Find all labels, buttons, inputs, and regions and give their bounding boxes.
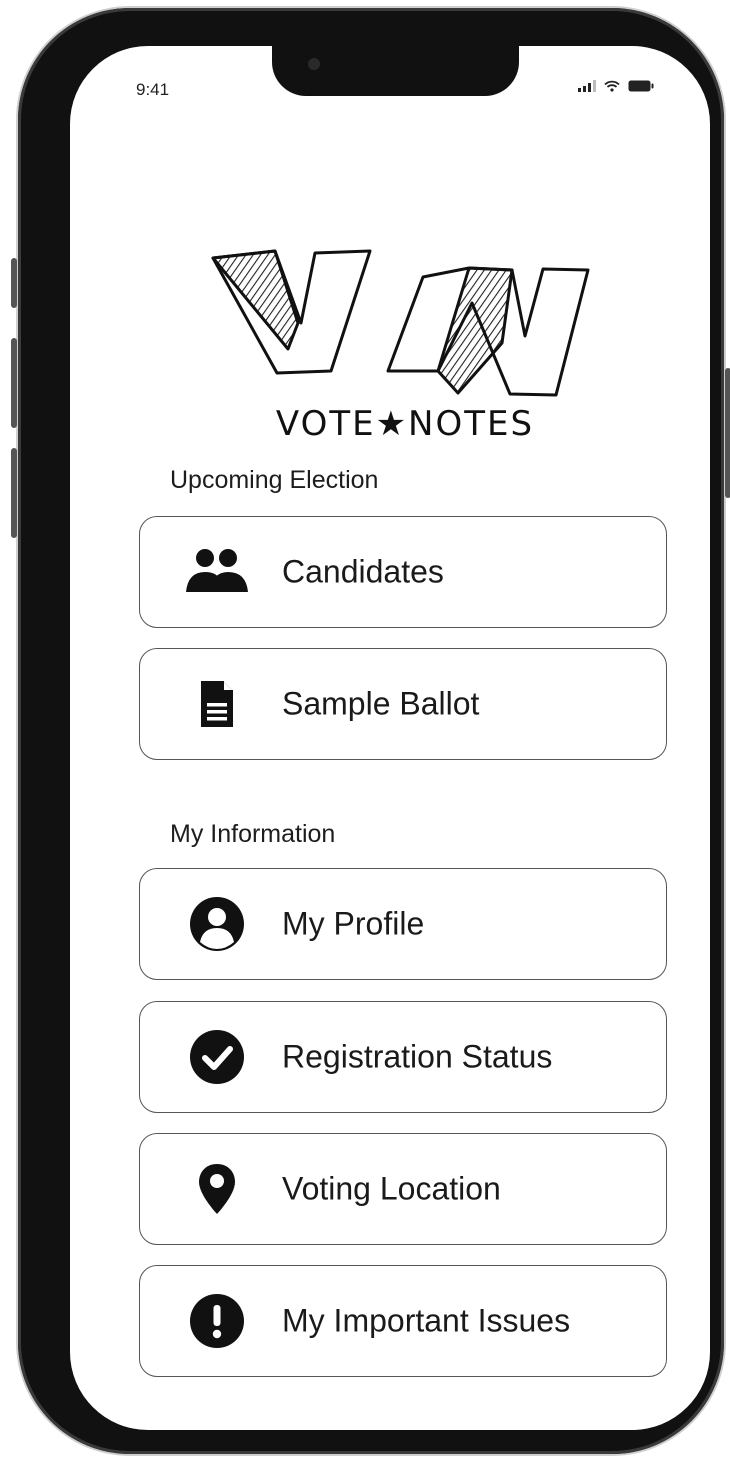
screen: 9:41 VOTE★NOTES Upcoming Election Candid… — [70, 46, 710, 1430]
my-information-heading: My Information — [170, 820, 336, 848]
my-important-issues-button[interactable]: My Important Issues — [139, 1265, 667, 1377]
user-circle-icon — [184, 894, 250, 954]
registration-status-label: Registration Status — [282, 1038, 553, 1075]
voting-location-label: Voting Location — [282, 1170, 501, 1207]
silent-switch — [11, 258, 17, 308]
logo-letter-n — [386, 266, 590, 397]
wifi-icon — [604, 80, 620, 92]
candidates-label: Candidates — [282, 553, 444, 590]
notch — [272, 46, 519, 96]
document-icon — [184, 674, 250, 734]
sample-ballot-button[interactable]: Sample Ballot — [139, 648, 667, 760]
check-circle-icon — [184, 1027, 250, 1087]
volume-up-button — [11, 338, 17, 428]
exclamation-circle-icon — [184, 1291, 250, 1351]
cellular-signal-icon — [578, 80, 596, 92]
my-important-issues-label: My Important Issues — [282, 1302, 571, 1339]
home-indicator — [310, 1406, 470, 1411]
registration-status-button[interactable]: Registration Status — [139, 1001, 667, 1113]
map-pin-icon — [184, 1159, 250, 1219]
upcoming-election-heading: Upcoming Election — [170, 466, 379, 494]
status-time: 9:41 — [136, 80, 170, 99]
vote-notes-logo: VOTE★NOTES — [211, 249, 590, 444]
status-icons — [578, 80, 654, 92]
my-profile-label: My Profile — [282, 905, 425, 942]
candidates-button[interactable]: Candidates — [139, 516, 667, 628]
logo-wordmark: VOTE★NOTES — [276, 404, 534, 444]
voting-location-button[interactable]: Voting Location — [139, 1133, 667, 1245]
phone-frame: 9:41 VOTE★NOTES Upcoming Election Candid… — [11, 8, 730, 1454]
volume-down-button — [11, 448, 17, 538]
battery-icon — [628, 80, 654, 92]
my-profile-button[interactable]: My Profile — [139, 868, 667, 980]
logo-letter-v — [211, 249, 372, 375]
power-button — [725, 368, 730, 498]
sample-ballot-label: Sample Ballot — [282, 685, 480, 722]
users-icon — [184, 542, 250, 602]
